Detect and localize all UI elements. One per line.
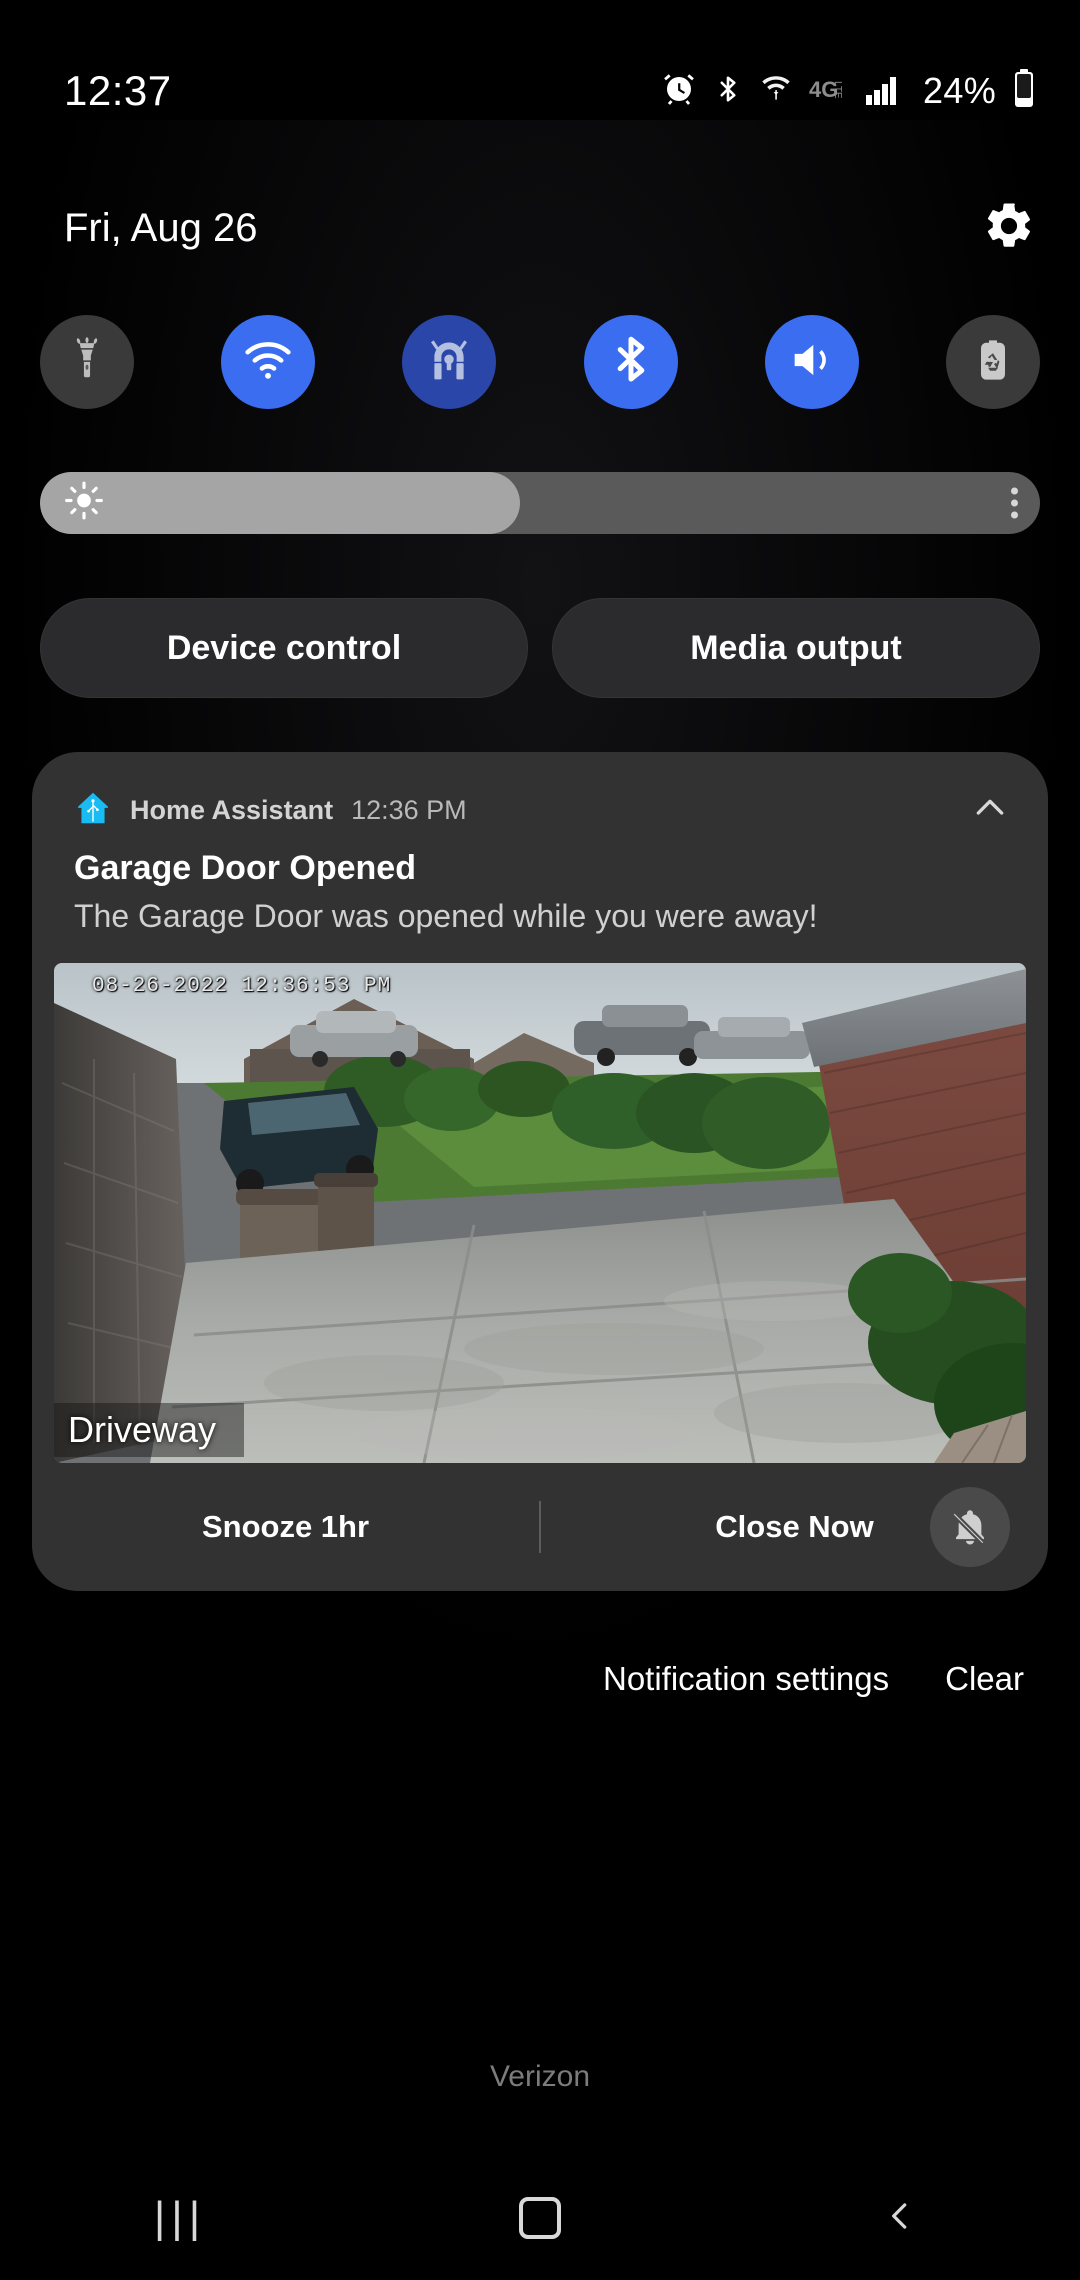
home-assistant-icon [74,789,112,832]
bluetooth-icon [605,334,657,391]
signal-bars-icon [865,71,899,112]
bluetooth-icon [713,71,743,112]
notification-time: 12:36 PM [351,795,467,825]
notification-settings-link[interactable]: Notification settings [603,1660,889,1698]
status-bar-icons: 4G LTE 24% [661,68,1036,114]
camera-timestamp-overlay: 08-26-2022 12:36:53 PM [92,975,392,998]
home-square-icon [519,2197,561,2239]
shade-date-row: Fri, Aug 26 [0,188,1080,268]
bell-off-icon[interactable] [930,1487,1010,1567]
flashlight-icon [64,336,110,388]
vpn-keyhole-icon [422,333,476,392]
wifi-icon [242,334,294,391]
brightness-slider[interactable] [40,472,1040,534]
navigation-bar: ||| [0,2156,1080,2280]
notification-card[interactable]: Home Assistant 12:36 PM Garage Door Open… [32,752,1048,1591]
more-vertical-icon[interactable] [1011,487,1018,519]
media-output-button[interactable]: Media output [552,598,1040,698]
brightness-sun-icon [64,481,104,526]
notification-actions: Snooze 1hr Close Now [32,1463,1048,1591]
quick-toggle-bluetooth[interactable] [583,315,678,409]
shade-date-label: Fri, Aug 26 [64,205,258,250]
status-bar-clock: 12:37 [64,67,172,114]
wifi-icon [759,71,793,112]
brightness-fill [40,472,520,534]
notification-header: Home Assistant 12:36 PM [32,752,1048,833]
alarm-icon [661,71,697,112]
notification-camera-image[interactable]: 08-26-2022 12:36:53 PM Driveway [54,963,1026,1463]
chevron-up-icon[interactable] [970,788,1010,833]
clear-all-button[interactable]: Clear [945,1660,1024,1698]
driveway-camera-scene [54,963,1026,1463]
svg-text:LTE: LTE [832,81,843,99]
recents-icon: ||| [153,2193,207,2242]
home-button[interactable] [470,2168,610,2268]
quick-toggle-vpn[interactable] [402,315,497,409]
notification-body: The Garage Door was opened while you wer… [74,898,818,934]
speaker-icon [786,334,838,391]
device-control-button[interactable]: Device control [40,598,528,698]
quick-toggle-wifi[interactable] [221,315,316,409]
snooze-action-button[interactable]: Snooze 1hr [32,1509,539,1545]
quick-settings-row [0,306,1080,418]
back-chevron-icon [881,2197,919,2240]
notification-footer: Notification settings Clear [0,1632,1080,1726]
status-bar: 12:37 4G LTE 24% [0,0,1080,148]
brightness-track[interactable] [40,472,1040,534]
quick-toggle-power-saving[interactable] [945,315,1040,409]
4g-lte-icon: 4G LTE [809,71,849,112]
quick-toggle-flashlight[interactable] [40,315,134,409]
recents-button[interactable]: ||| [110,2168,250,2268]
notification-app-name: Home Assistant [130,795,334,825]
carrier-label: Verizon [489,2060,591,2093]
shade-pill-row: Device control Media output [40,598,1040,698]
battery-recycle-icon [969,336,1017,389]
battery-icon [1012,68,1036,114]
notification-title: Garage Door Opened [74,849,416,887]
gear-icon[interactable] [982,199,1036,258]
camera-name-label: Driveway [54,1403,245,1457]
quick-toggle-sound[interactable] [764,315,859,409]
battery-percent-label: 24% [923,70,996,111]
back-button[interactable] [830,2168,970,2268]
